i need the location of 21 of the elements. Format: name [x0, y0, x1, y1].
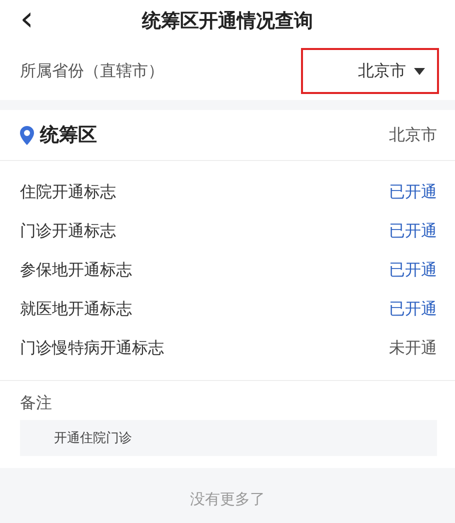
province-dropdown[interactable]: 北京市 [301, 48, 439, 94]
flag-status: 已开通 [389, 260, 437, 281]
back-button[interactable]: ‹ [14, 2, 40, 36]
flag-label: 参保地开通标志 [20, 260, 132, 281]
end-of-list-text: 没有更多了 [190, 490, 265, 508]
flag-label: 门诊慢特病开通标志 [20, 338, 164, 359]
flag-status: 已开通 [389, 182, 437, 203]
page-title: 统筹区开通情况查询 [142, 9, 313, 34]
remark-text: 开通住院门诊 [20, 420, 437, 456]
caret-icon [414, 68, 425, 74]
flag-label: 住院开通标志 [20, 182, 116, 203]
flag-label: 就医地开通标志 [20, 299, 132, 320]
flag-status: 未开通 [389, 338, 437, 359]
region-value: 北京市 [389, 124, 437, 146]
flag-status: 已开通 [389, 221, 437, 242]
flag-status: 已开通 [389, 299, 437, 320]
remark-label: 备注 [20, 393, 53, 414]
flag-label: 门诊开通标志 [20, 221, 116, 242]
region-title: 统筹区 [40, 123, 97, 148]
province-label: 所属省份（直辖市） [20, 60, 164, 82]
location-pin-icon [20, 126, 34, 144]
